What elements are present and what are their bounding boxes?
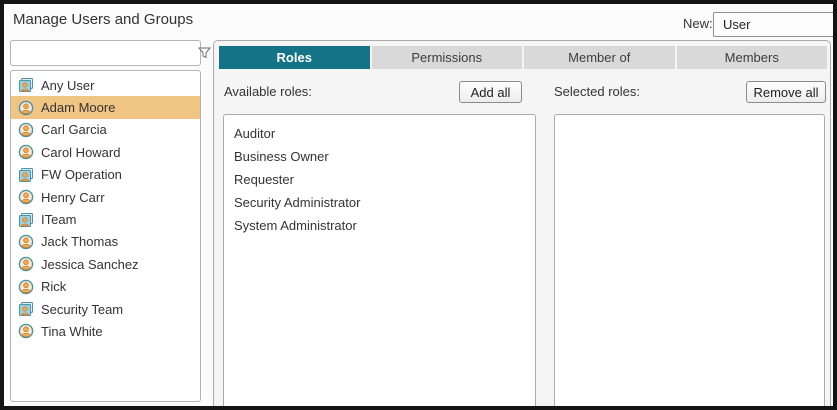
funnel-filter-icon[interactable]: [198, 41, 211, 65]
user-name: Tina White: [41, 324, 103, 339]
user-name: Adam Moore: [41, 100, 115, 115]
user-list-item[interactable]: Jessica Sanchez: [11, 253, 200, 275]
user-icon: [18, 189, 34, 205]
user-name: Security Team: [41, 302, 123, 317]
user-list-item[interactable]: Henry Carr: [11, 186, 200, 208]
role-list-item[interactable]: Auditor: [224, 122, 535, 145]
user-filter-box: [10, 40, 201, 66]
user-name: Rick: [41, 279, 66, 294]
group-icon: [18, 167, 34, 183]
selected-roles-label: Selected roles:: [554, 84, 640, 99]
group-icon: [18, 301, 34, 317]
user-icon: [18, 279, 34, 295]
available-roles-label: Available roles:: [224, 84, 312, 99]
tab-permissions[interactable]: Permissions: [372, 46, 523, 69]
user-list-item[interactable]: Carl Garcia: [11, 119, 200, 141]
window-body: Manage Users and Groups New: User Any Us…: [4, 4, 833, 406]
user-list-item[interactable]: Carol Howard: [11, 141, 200, 163]
user-name: Jack Thomas: [41, 234, 118, 249]
user-name: ITeam: [41, 212, 76, 227]
user-list-item[interactable]: ITeam: [11, 208, 200, 230]
role-list-item[interactable]: System Administrator: [224, 214, 535, 237]
user-name: Henry Carr: [41, 190, 105, 205]
user-name: Carol Howard: [41, 145, 120, 160]
available-roles-list[interactable]: AuditorBusiness OwnerRequesterSecurity A…: [223, 114, 536, 406]
add-all-button[interactable]: Add all: [459, 81, 522, 103]
user-name: Carl Garcia: [41, 122, 107, 137]
group-icon: [18, 77, 34, 93]
user-icon: [18, 234, 34, 250]
tab-roles[interactable]: Roles: [219, 46, 370, 69]
user-list-item[interactable]: Jack Thomas: [11, 231, 200, 253]
user-list-item[interactable]: Adam Moore: [11, 96, 200, 118]
role-list-item[interactable]: Security Administrator: [224, 191, 535, 214]
detail-panel: RolesPermissionsMember ofMembers Availab…: [213, 40, 831, 406]
new-type-dropdown[interactable]: User: [713, 12, 833, 37]
manage-users-groups-window: Manage Users and Groups New: User Any Us…: [0, 0, 837, 410]
role-list-item[interactable]: Requester: [224, 168, 535, 191]
user-list-item[interactable]: Security Team: [11, 298, 200, 320]
user-icon: [18, 100, 34, 116]
user-name: Any User: [41, 78, 94, 93]
user-list-item[interactable]: Tina White: [11, 320, 200, 342]
user-icon: [18, 323, 34, 339]
user-icon: [18, 256, 34, 272]
group-icon: [18, 212, 34, 228]
tab-bar: RolesPermissionsMember ofMembers: [219, 46, 827, 69]
user-list[interactable]: Any User Adam Moore Carl Garcia: [10, 70, 201, 402]
user-icon: [18, 144, 34, 160]
role-list-item[interactable]: Business Owner: [224, 145, 535, 168]
tab-members[interactable]: Members: [677, 46, 828, 69]
user-filter-input[interactable]: [11, 46, 198, 61]
user-list-item[interactable]: Rick: [11, 276, 200, 298]
page-title: Manage Users and Groups: [13, 11, 193, 28]
user-icon: [18, 122, 34, 138]
tab-member-of[interactable]: Member of: [524, 46, 675, 69]
user-list-item[interactable]: Any User: [11, 74, 200, 96]
user-name: Jessica Sanchez: [41, 257, 139, 272]
new-label: New:: [683, 16, 713, 31]
remove-all-button[interactable]: Remove all: [746, 81, 826, 103]
selected-roles-list[interactable]: [554, 114, 825, 406]
user-list-item[interactable]: FW Operation: [11, 164, 200, 186]
user-name: FW Operation: [41, 167, 122, 182]
